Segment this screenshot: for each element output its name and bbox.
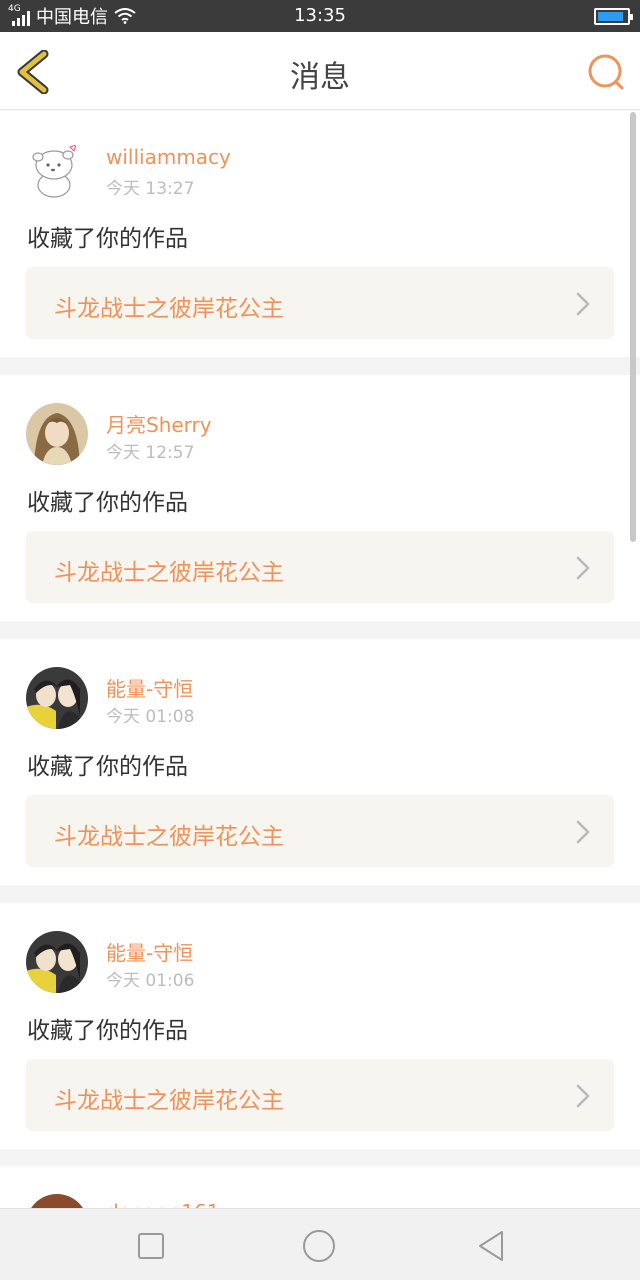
avatar[interactable] [26, 403, 88, 465]
work-title: 斗龙战士之彼岸花公主 [54, 824, 284, 850]
message-time: 今天 01:08 [106, 707, 195, 727]
work-link[interactable]: 斗龙战士之彼岸花公主 [26, 1059, 614, 1131]
username[interactable]: williammacy [106, 145, 231, 169]
message-action: 收藏了你的作品 [27, 490, 188, 516]
status-time: 13:35 [294, 5, 346, 26]
message-time: 今天 01:06 [106, 971, 195, 991]
work-title: 斗龙战士之彼岸花公主 [54, 1088, 284, 1114]
chevron-right-icon [576, 292, 590, 316]
status-bar: 4G 中国电信 13:35 [0, 0, 640, 32]
scrollbar[interactable] [630, 112, 636, 542]
page-title: 消息 [290, 60, 350, 95]
work-title: 斗龙战士之彼岸花公主 [54, 296, 284, 322]
message-action: 收藏了你的作品 [27, 754, 188, 780]
chevron-right-icon [576, 820, 590, 844]
recent-apps-icon[interactable] [134, 1229, 168, 1263]
battery-icon [594, 8, 633, 25]
battery-fill [598, 12, 624, 21]
message-list: williammacy 今天 13:27 收藏了你的作品 斗龙战士之彼岸花公主 … [0, 111, 640, 1167]
chevron-right-icon [576, 556, 590, 580]
chevron-right-icon [576, 1084, 590, 1108]
work-link[interactable]: 斗龙战士之彼岸花公主 [26, 267, 614, 339]
work-link[interactable]: 斗龙战士之彼岸花公主 [26, 795, 614, 867]
avatar[interactable] [26, 139, 88, 201]
message-card: williammacy 今天 13:27 收藏了你的作品 斗龙战士之彼岸花公主 [0, 111, 640, 357]
message-card: 月亮Sherry 今天 12:57 收藏了你的作品 斗龙战士之彼岸花公主 [0, 375, 640, 621]
message-time: 今天 13:27 [106, 179, 195, 199]
message-card: 能量-守恒 今天 01:08 收藏了你的作品 斗龙战士之彼岸花公主 [0, 639, 640, 885]
username[interactable]: 能量-守恒 [106, 673, 193, 702]
message-action: 收藏了你的作品 [27, 226, 188, 252]
message-time: 今天 12:57 [106, 443, 195, 463]
username[interactable]: 能量-守恒 [106, 937, 193, 966]
username[interactable]: 月亮Sherry [106, 409, 212, 438]
avatar[interactable] [26, 667, 88, 729]
navigation-bar [0, 1208, 640, 1280]
home-icon[interactable] [302, 1229, 336, 1263]
avatar[interactable] [26, 931, 88, 993]
back-triangle-icon[interactable] [476, 1229, 510, 1263]
search-icon[interactable] [586, 52, 626, 92]
message-card: 能量-守恒 今天 01:06 收藏了你的作品 斗龙战士之彼岸花公主 [0, 903, 640, 1149]
header: 消息 [0, 32, 640, 110]
work-link[interactable]: 斗龙战士之彼岸花公主 [26, 531, 614, 603]
message-action: 收藏了你的作品 [27, 1018, 188, 1044]
work-title: 斗龙战士之彼岸花公主 [54, 560, 284, 586]
